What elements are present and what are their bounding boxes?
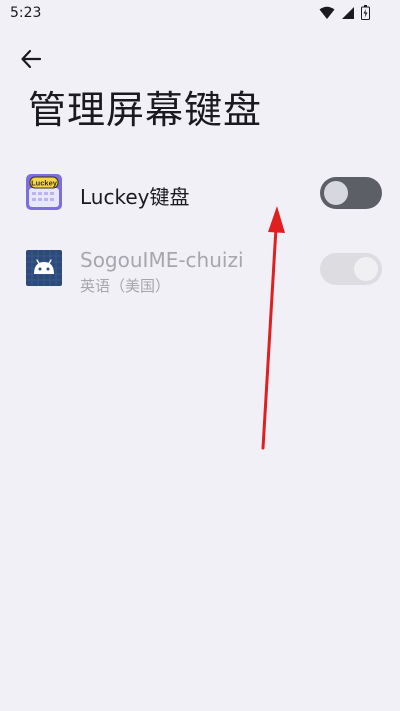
back-button[interactable] [14, 42, 48, 76]
toggle-sogou [320, 253, 382, 285]
wifi-icon [319, 6, 335, 19]
android-app-icon [26, 250, 62, 286]
status-icons [319, 5, 370, 20]
keyboard-label-sogou: SogouIME-chuizi [80, 248, 244, 272]
luckey-app-icon: Luckey [26, 174, 62, 210]
toggle-knob [354, 257, 378, 281]
keyboard-subtitle-sogou: 英语（美国） [80, 277, 171, 295]
keyboard-label-luckey: Luckey键盘 [80, 185, 190, 209]
toggle-knob [324, 181, 348, 205]
status-bar: 5:23 [0, 0, 400, 28]
luckey-icon-text: Luckey [31, 179, 58, 188]
toggle-luckey[interactable] [320, 177, 382, 209]
keyboard-row-luckey[interactable]: Luckey Luckey键盘 [0, 162, 400, 226]
status-time: 5:23 [10, 5, 42, 21]
battery-icon [361, 5, 370, 20]
signal-icon [342, 6, 354, 19]
arrow-left-icon [21, 49, 42, 69]
page-title: 管理屏幕键盘 [28, 88, 263, 132]
keyboard-row-sogou: SogouIME-chuizi 英语（美国） [0, 238, 400, 302]
